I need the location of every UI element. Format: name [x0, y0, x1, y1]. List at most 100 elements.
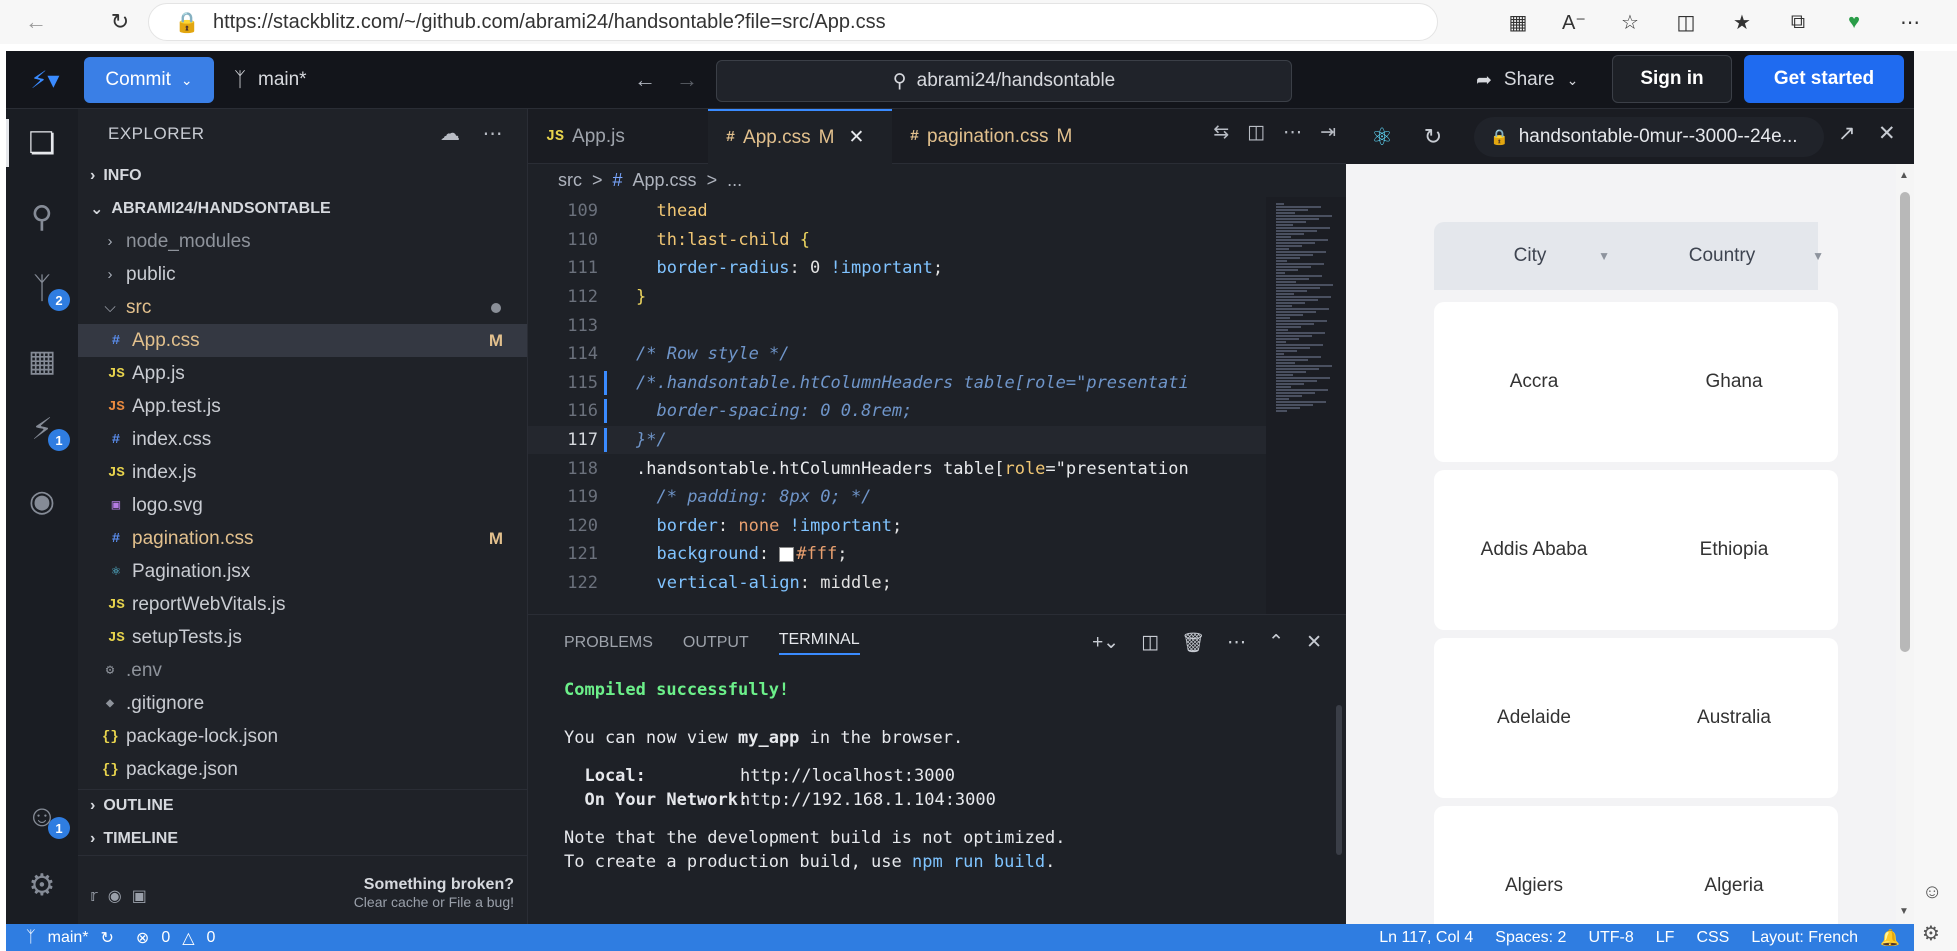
more-icon[interactable]: ⋯: [483, 121, 504, 146]
table-cell-city[interactable]: Algiers: [1434, 875, 1634, 897]
forward-icon[interactable]: →: [676, 67, 698, 93]
react-icon[interactable]: ⚛: [1364, 121, 1400, 153]
github-icon[interactable]: ◉: [18, 477, 66, 525]
language-mode[interactable]: CSS: [1696, 929, 1729, 947]
scroll-thumb[interactable]: [1900, 192, 1910, 652]
code-line[interactable]: 122 vertical-align: middle;: [528, 569, 1346, 598]
code-line[interactable]: 116 border-spacing: 0 0.8rem;: [528, 397, 1346, 426]
branch-selector[interactable]: ᛉ main*: [234, 61, 307, 99]
commit-button[interactable]: Commit ⌄: [84, 57, 214, 103]
file-tree-item[interactable]: JS App.test.js: [78, 390, 527, 423]
file-tree-item[interactable]: ⚛ Pagination.jsx: [78, 555, 527, 588]
source-control-icon[interactable]: ᛉ2: [18, 265, 70, 313]
back-arrow-icon[interactable]: ←: [14, 0, 58, 44]
file-tree-item[interactable]: JS setupTests.js: [78, 621, 527, 654]
github-icon[interactable]: ◉: [108, 886, 122, 906]
sign-in-button[interactable]: Sign in: [1612, 55, 1732, 103]
more-options-icon[interactable]: ⋯: [1893, 5, 1927, 39]
code-line[interactable]: 118 .handsontable.htColumnHeaders table[r…: [528, 454, 1346, 483]
tab-app-js[interactable]: JS App.js: [528, 109, 708, 164]
table-cell-country[interactable]: Algeria: [1634, 875, 1834, 897]
settings-gear-icon[interactable]: ⚙: [1922, 921, 1940, 946]
section-project[interactable]: ⌄ ABRAMI24/HANDSONTABLE: [78, 192, 527, 225]
browser-essentials-icon[interactable]: ♥: [1837, 5, 1871, 39]
file-tree-item[interactable]: JS App.js: [78, 357, 527, 390]
status-branch[interactable]: main*: [48, 929, 89, 947]
file-tree-item[interactable]: › node_modules: [78, 225, 527, 258]
stackblitz-logo-icon[interactable]: ⚡▾: [20, 63, 70, 97]
dropdown-caret-icon[interactable]: ▼: [1598, 249, 1610, 263]
sync-icon[interactable]: ↻: [101, 928, 114, 948]
open-new-window-icon[interactable]: ↗: [1838, 121, 1856, 146]
line-endings[interactable]: LF: [1656, 929, 1675, 947]
download-cloud-icon[interactable]: ☁: [440, 121, 461, 146]
get-started-button[interactable]: Get started: [1744, 55, 1904, 103]
project-search[interactable]: ⚲ abrami24/handsontable: [716, 60, 1292, 102]
code-line[interactable]: 109 thead: [528, 197, 1346, 226]
network-url[interactable]: http://192.168.1.104:3000: [740, 790, 996, 810]
table-row[interactable]: Addis Ababa Ethiopia: [1434, 470, 1838, 630]
code-line[interactable]: 119 /* padding: 8px 0; */: [528, 483, 1346, 512]
file-tree-item[interactable]: # App.css M: [78, 324, 527, 357]
scroll-up-icon[interactable]: ▲: [1899, 170, 1909, 181]
read-aloud-icon[interactable]: A⁻: [1557, 5, 1591, 39]
tab-app-css[interactable]: # App.css M ✕: [708, 109, 892, 164]
keyboard-layout[interactable]: Layout: French: [1751, 929, 1858, 947]
settings-gear-icon[interactable]: ⚙: [18, 861, 66, 909]
plug-icon[interactable]: ⚡ 1: [18, 405, 70, 453]
file-tree-item[interactable]: ⚙ .env: [78, 654, 527, 687]
tab-problems[interactable]: PROBLEMS: [564, 634, 653, 652]
file-tree-item[interactable]: # index.css: [78, 423, 527, 456]
collections-icon[interactable]: ⧉: [1781, 5, 1815, 39]
code-line[interactable]: 113: [528, 311, 1346, 340]
extensions-icon[interactable]: ▦: [18, 337, 66, 385]
apps-icon[interactable]: ▦: [1501, 5, 1535, 39]
file-tree-item[interactable]: JS reportWebVitals.js: [78, 588, 527, 621]
tab-output[interactable]: OUTPUT: [683, 634, 749, 652]
file-tree-item[interactable]: ◆ .gitignore: [78, 687, 527, 720]
file-tree-item[interactable]: {} package.json: [78, 753, 527, 785]
section-info[interactable]: › INFO: [78, 159, 527, 192]
column-header-city[interactable]: City ▼: [1434, 222, 1626, 290]
terminal-scrollbar[interactable]: [1332, 695, 1346, 915]
tab-pagination-css[interactable]: # pagination.css M: [892, 109, 1090, 164]
indentation[interactable]: Spaces: 2: [1495, 929, 1566, 947]
more-icon[interactable]: ⋯: [1283, 121, 1302, 144]
minimap[interactable]: [1266, 197, 1346, 614]
split-screen-icon[interactable]: ◫: [1669, 5, 1703, 39]
explorer-files-icon[interactable]: ❏: [18, 119, 66, 167]
table-cell-city[interactable]: Addis Ababa: [1434, 539, 1634, 561]
breadcrumb-src[interactable]: src: [558, 170, 582, 191]
code-line[interactable]: 117}*/: [528, 425, 1346, 455]
section-outline[interactable]: › OUTLINE: [78, 789, 528, 822]
file-tree-item[interactable]: ▣ logo.svg: [78, 489, 527, 522]
table-cell-country[interactable]: Ethiopia: [1634, 539, 1834, 561]
reload-icon[interactable]: ↻: [1418, 121, 1448, 153]
maximize-panel-icon[interactable]: ⌃: [1268, 631, 1284, 655]
back-icon[interactable]: ←: [634, 67, 656, 93]
discord-icon[interactable]: ▣: [132, 886, 147, 906]
trash-icon[interactable]: 🗑: [1181, 631, 1205, 655]
refresh-icon[interactable]: ↻: [98, 0, 142, 44]
dropdown-caret-icon[interactable]: ▼: [1812, 249, 1824, 263]
preview-scrollbar[interactable]: ▲ ▼: [1896, 164, 1914, 924]
table-cell-country[interactable]: Ghana: [1634, 371, 1834, 393]
notifications-bell-icon[interactable]: 🔔: [1880, 928, 1900, 948]
preview-url-bar[interactable]: 🔒 handsontable-0mur--3000--24e...: [1474, 117, 1824, 157]
favorite-star-icon[interactable]: ☆: [1613, 5, 1647, 39]
table-row[interactable]: Accra Ghana: [1434, 302, 1838, 462]
more-icon[interactable]: ⋯: [1227, 631, 1246, 655]
local-url[interactable]: http://localhost:3000: [740, 766, 955, 786]
error-count[interactable]: 0: [161, 929, 170, 947]
new-terminal-icon[interactable]: +⌄: [1092, 631, 1119, 655]
encoding[interactable]: UTF-8: [1588, 929, 1633, 947]
close-panel-icon[interactable]: ✕: [1306, 631, 1322, 655]
address-bar[interactable]: 🔒 https://stackblitz.com/~/github.com/ab…: [148, 3, 1438, 41]
code-line[interactable]: 121 background: #fff;: [528, 540, 1346, 569]
terminal-output[interactable]: Compiled successfully! You can now view …: [528, 670, 1346, 874]
split-terminal-icon[interactable]: ◫: [1141, 631, 1159, 655]
code-line[interactable]: 110 th:last-child {: [528, 226, 1346, 255]
twitter-icon[interactable]: 𝕣: [90, 886, 98, 906]
cursor-position[interactable]: Ln 117, Col 4: [1379, 929, 1473, 947]
search-icon[interactable]: ⚲: [18, 193, 66, 241]
